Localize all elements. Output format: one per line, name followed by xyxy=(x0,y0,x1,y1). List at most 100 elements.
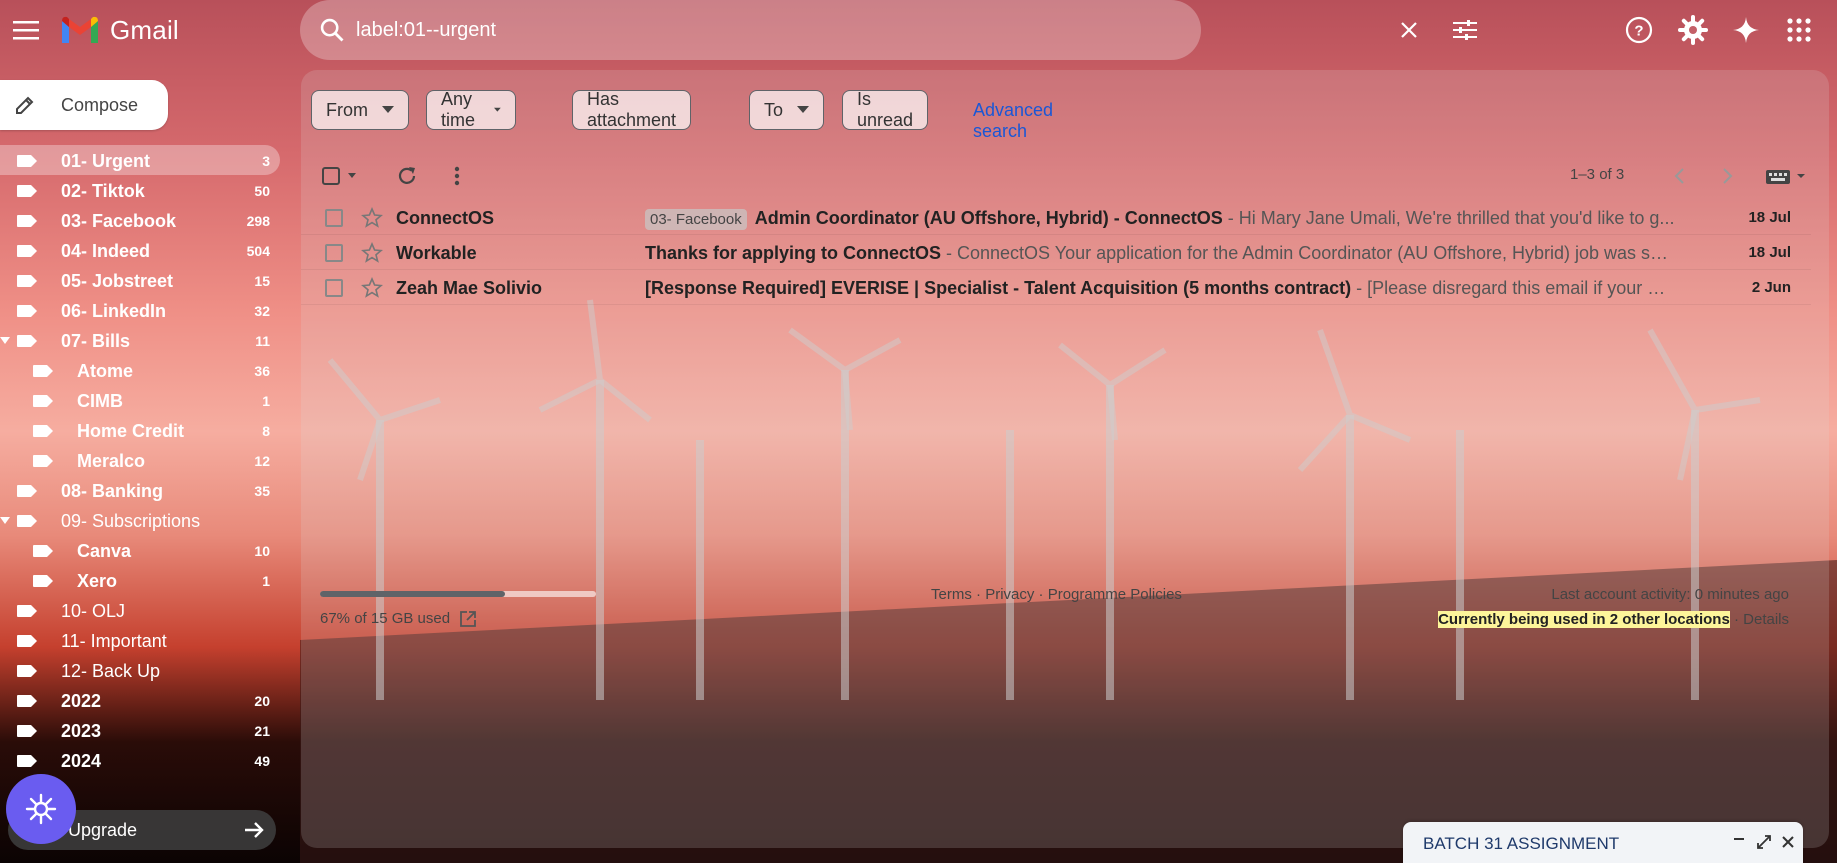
message-label-chip[interactable]: 03- Facebook xyxy=(645,209,747,230)
gemini-button[interactable] xyxy=(1726,10,1766,50)
settings-icon xyxy=(1678,15,1708,45)
privacy-link[interactable]: Privacy xyxy=(985,586,1034,603)
label-name: Home Credit xyxy=(77,421,185,441)
label-tag-icon xyxy=(17,725,37,737)
label-count: 11 xyxy=(255,333,270,349)
compose-button[interactable]: Compose xyxy=(0,80,168,130)
terms-link[interactable]: Terms xyxy=(931,586,972,603)
gmail-logo[interactable]: Gmail xyxy=(60,12,179,48)
label-name: Xero xyxy=(77,571,118,591)
sidebar-label-item[interactable]: 04- Indeed 504 xyxy=(0,235,280,265)
sidebar-label-item[interactable]: 07- Bills 11 xyxy=(0,325,280,355)
expand-button[interactable] xyxy=(1754,832,1774,852)
label-tag-icon xyxy=(33,395,53,407)
search-bar[interactable] xyxy=(300,0,1477,60)
help-button[interactable]: ? xyxy=(1619,10,1659,50)
hamburger-icon xyxy=(13,21,39,40)
message-checkbox[interactable] xyxy=(325,209,343,227)
open-in-new-icon[interactable] xyxy=(459,610,477,628)
sidebar-label-item[interactable]: 08- Banking 35 xyxy=(0,475,280,505)
sidebar-label-item[interactable]: 2024 49 xyxy=(0,745,280,775)
sidebar-label-item[interactable]: 12- Back Up xyxy=(0,655,280,685)
close-compose-button[interactable] xyxy=(1778,832,1798,852)
star-icon[interactable] xyxy=(361,242,383,264)
accessibility-widget-button[interactable] xyxy=(6,774,76,844)
sidebar-label-item[interactable]: 10- OLJ xyxy=(0,595,280,625)
mail-toolbar: 1–3 of 3 xyxy=(317,156,1817,196)
chip-is-unread[interactable]: Is unread xyxy=(842,89,929,130)
message-snippet: - ConnectOS Your application for the Adm… xyxy=(941,243,1675,263)
sidebar-label-item[interactable]: Meralco 12 xyxy=(0,445,280,475)
label-name: 2024 xyxy=(61,751,102,771)
label-tag-icon xyxy=(33,425,53,437)
chip-any-time[interactable]: Any time xyxy=(426,89,516,130)
chip-to[interactable]: To xyxy=(749,90,825,130)
label-list: 01- Urgent 3 02- Tiktok 50 03- Facebook 298 04… xyxy=(0,145,290,775)
chip-from[interactable]: From xyxy=(311,90,409,130)
label-count: 32 xyxy=(254,303,270,319)
sidebar-label-item[interactable]: 2022 20 xyxy=(0,685,280,715)
expand-icon xyxy=(1757,835,1771,849)
label-name: 01- Urgent xyxy=(61,151,151,171)
chip-has-attachment[interactable]: Has attachment xyxy=(572,89,692,130)
search-options-button[interactable] xyxy=(1448,14,1482,46)
label-count: 49 xyxy=(254,753,270,769)
select-all-dropdown[interactable] xyxy=(317,156,365,196)
message-checkbox[interactable] xyxy=(325,279,343,297)
minimize-icon xyxy=(1734,838,1744,840)
chip-label: Has attachment xyxy=(587,89,677,130)
close-icon xyxy=(1401,22,1417,38)
sidebar-label-item[interactable]: CIMB 1 xyxy=(0,385,280,415)
label-name: 08- Banking xyxy=(61,481,164,501)
sidebar-label-item[interactable]: Atome 36 xyxy=(0,355,280,385)
label-name: 05- Jobstreet xyxy=(61,271,174,291)
separator: · xyxy=(1038,586,1048,603)
programme-policies-link[interactable]: Programme Policies xyxy=(1048,586,1182,603)
minimize-button[interactable] xyxy=(1729,832,1749,852)
minimized-compose-window[interactable]: BATCH 31 ASSIGNMENT xyxy=(1403,822,1803,863)
sidebar-label-item[interactable]: 2023 21 xyxy=(0,715,280,745)
label-name: Meralco xyxy=(77,451,146,471)
sidebar-label-item[interactable]: Xero 1 xyxy=(0,565,280,595)
sidebar-label-item[interactable]: 05- Jobstreet 15 xyxy=(0,265,280,295)
sidebar-label-item[interactable]: 01- Urgent 3 xyxy=(0,145,280,175)
star-icon[interactable] xyxy=(361,207,383,229)
label-tag-icon xyxy=(33,545,53,557)
details-link[interactable]: Details xyxy=(1743,611,1789,628)
apps-button[interactable] xyxy=(1779,10,1819,50)
sidebar-label-item[interactable]: 03- Facebook 298 xyxy=(0,205,280,235)
sidebar-label-item[interactable]: 02- Tiktok 50 xyxy=(0,175,280,205)
locations-highlight: Currently being used in 2 other location… xyxy=(1438,611,1730,628)
message-row[interactable]: Workable Thanks for applying to ConnectOS… xyxy=(301,235,1811,270)
label-count: 50 xyxy=(254,183,270,199)
label-name: 10- OLJ xyxy=(61,601,126,621)
chevron-down-icon xyxy=(382,106,394,113)
label-name: 09- Subscriptions xyxy=(61,511,201,531)
sidebar-label-item[interactable]: 11- Important xyxy=(0,625,280,655)
main-menu-button[interactable] xyxy=(10,12,42,48)
clear-search-button[interactable] xyxy=(1394,15,1424,45)
label-tag-icon xyxy=(17,695,37,707)
input-tools-button[interactable] xyxy=(1762,156,1812,196)
older-button[interactable] xyxy=(1708,156,1748,196)
message-row[interactable]: ConnectOS 03- Facebook Admin Coordinator (… xyxy=(301,200,1811,235)
message-subject: Admin Coordinator (AU Offshore, Hybrid) … xyxy=(754,208,1223,228)
refresh-button[interactable] xyxy=(387,156,427,196)
star-icon[interactable] xyxy=(361,277,383,299)
message-checkbox[interactable] xyxy=(325,244,343,262)
sidebar-label-item[interactable]: Canva 10 xyxy=(0,535,280,565)
newer-button[interactable] xyxy=(1659,156,1699,196)
sidebar-label-item[interactable]: 06- LinkedIn 32 xyxy=(0,295,280,325)
settings-button[interactable] xyxy=(1673,10,1713,50)
more-options-button[interactable] xyxy=(437,156,477,196)
sidebar-label-item[interactable]: 09- Subscriptions xyxy=(0,505,280,535)
search-input[interactable] xyxy=(356,10,1056,50)
caret-down-icon[interactable] xyxy=(0,337,10,345)
sidebar-label-item[interactable]: Home Credit 8 xyxy=(0,415,280,445)
caret-down-icon[interactable] xyxy=(0,517,10,525)
label-tag-icon xyxy=(17,605,37,617)
search-icon[interactable] xyxy=(318,16,346,44)
advanced-search-link[interactable]: Advanced search xyxy=(973,100,1053,142)
message-row[interactable]: Zeah Mae Solivio [Response Required] EVER… xyxy=(301,270,1811,305)
chevron-down-icon xyxy=(797,106,810,113)
